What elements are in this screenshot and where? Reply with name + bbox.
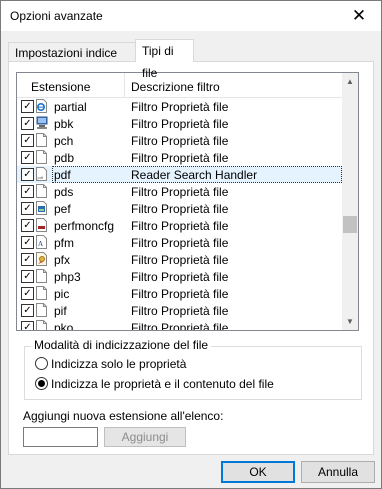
- row-filter-description: Filtro Proprietà file: [131, 287, 229, 301]
- svg-text:pdf: pdf: [38, 175, 44, 180]
- radio-properties-only[interactable]: [35, 357, 48, 370]
- radio-properties-only-label[interactable]: Indicizza solo le proprietà: [51, 357, 186, 371]
- file-icon: [36, 133, 47, 147]
- row-extension: pic: [54, 287, 70, 301]
- list-item[interactable]: ✓ perfmoncfg Filtro Proprietà file: [17, 217, 342, 234]
- row-extension: pef: [54, 202, 71, 216]
- row-filter-description: Filtro Proprietà file: [131, 202, 229, 216]
- row-checkbox[interactable]: ✓: [21, 321, 34, 330]
- row-extension: pfx: [54, 253, 71, 267]
- indexing-mode-title: Modalità di indicizzazione del file: [31, 338, 212, 352]
- tab-index-settings[interactable]: Impostazioni indice: [8, 42, 136, 61]
- list-item[interactable]: ✓ partial Filtro Proprietà file: [17, 98, 342, 115]
- scroll-down-arrow-icon[interactable]: ▼: [342, 313, 358, 330]
- file-icon: [36, 269, 47, 283]
- row-filter-description: Filtro Proprietà file: [131, 236, 229, 250]
- scroll-thumb[interactable]: [343, 216, 357, 233]
- image-file-icon: [36, 201, 47, 215]
- row-checkbox[interactable]: ✓: [21, 253, 34, 266]
- row-extension: pds: [54, 185, 74, 199]
- certificate-icon: [36, 252, 47, 266]
- column-header-extension[interactable]: Estensione: [31, 80, 90, 94]
- indexing-mode-group: [24, 346, 362, 400]
- row-checkbox[interactable]: ✓: [21, 185, 34, 198]
- row-extension: php3: [54, 270, 81, 284]
- list-item[interactable]: ✓ pef Filtro Proprietà file: [17, 200, 342, 217]
- add-button[interactable]: Aggiungi: [104, 427, 186, 447]
- list-rows: ✓ partial Filtro Proprietà file ✓ pbk Filtro …: [17, 98, 342, 331]
- row-filter-description: Filtro Proprietà file: [131, 304, 229, 318]
- new-extension-input[interactable]: [23, 427, 98, 447]
- row-filter-description: Filtro Proprietà file: [131, 151, 229, 165]
- tab-file-types[interactable]: Tipi di file: [135, 39, 194, 80]
- row-checkbox[interactable]: ✓: [21, 117, 34, 130]
- close-button[interactable]: ✕: [337, 1, 381, 31]
- row-extension: pdf: [54, 168, 71, 182]
- list-item[interactable]: ✓ pds Filtro Proprietà file: [17, 183, 342, 200]
- title-bar: Opzioni avanzate ✕: [1, 1, 381, 31]
- list-item[interactable]: ✓ pdb Filtro Proprietà file: [17, 149, 342, 166]
- row-checkbox[interactable]: ✓: [21, 236, 34, 249]
- cancel-button[interactable]: Annulla: [301, 461, 375, 483]
- list-item[interactable]: ✓ pfx Filtro Proprietà file: [17, 251, 342, 268]
- row-checkbox[interactable]: ✓: [21, 219, 34, 232]
- file-types-list[interactable]: Estensione Descrizione filtro ✓ partial Fi…: [16, 72, 359, 331]
- file-icon: [36, 286, 47, 300]
- file-icon: [36, 303, 47, 317]
- row-checkbox[interactable]: ✓: [21, 287, 34, 300]
- column-divider[interactable]: [124, 73, 125, 97]
- file-icon: [36, 184, 47, 198]
- row-filter-description: Filtro Proprietà file: [131, 185, 229, 199]
- row-checkbox[interactable]: ✓: [21, 270, 34, 283]
- svg-text:A: A: [38, 240, 43, 248]
- row-checkbox[interactable]: ✓: [21, 100, 34, 113]
- list-item[interactable]: ✓ pko Filtro Proprietà file: [17, 319, 342, 331]
- row-extension: pbk: [54, 117, 74, 131]
- list-item[interactable]: ✓ pic Filtro Proprietà file: [17, 285, 342, 302]
- row-filter-description: Filtro Proprietà file: [131, 134, 229, 148]
- row-extension: pdb: [54, 151, 75, 165]
- add-extension-label: Aggiungi nuova estensione all'elenco:: [23, 409, 224, 423]
- phonebook-icon: [36, 116, 48, 130]
- scroll-up-arrow-icon[interactable]: ▲: [342, 73, 358, 90]
- list-item[interactable]: ✓ php3 Filtro Proprietà file: [17, 268, 342, 285]
- list-item[interactable]: ✓ Apfm Filtro Proprietà file: [17, 234, 342, 251]
- row-extension: pfm: [54, 236, 75, 250]
- row-filter-description: Filtro Proprietà file: [131, 270, 229, 284]
- font-file-icon: A: [36, 235, 47, 249]
- list-item[interactable]: ✓ pdf pdf Reader Search Handler: [17, 166, 342, 183]
- row-filter-description: Filtro Proprietà file: [131, 100, 229, 114]
- row-extension: pch: [54, 134, 74, 148]
- radio-properties-and-content[interactable]: [35, 377, 48, 390]
- list-item[interactable]: ✓ pch Filtro Proprietà file: [17, 132, 342, 149]
- file-icon: [36, 320, 47, 330]
- ok-button[interactable]: OK: [221, 461, 295, 483]
- row-extension: pko: [54, 321, 74, 331]
- row-filter-description: Reader Search Handler: [131, 168, 258, 182]
- row-checkbox[interactable]: ✓: [21, 151, 34, 164]
- perfmon-icon: [36, 218, 47, 232]
- row-checkbox[interactable]: ✓: [21, 304, 34, 317]
- dialog-title: Opzioni avanzate: [10, 9, 103, 23]
- list-item[interactable]: ✓ pif Filtro Proprietà file: [17, 302, 342, 319]
- vertical-scrollbar[interactable]: ▲ ▼: [342, 73, 358, 330]
- row-filter-description: Filtro Proprietà file: [131, 321, 229, 331]
- ie-document-icon: [36, 99, 47, 113]
- radio-properties-and-content-label[interactable]: Indicizza le proprietà e il contenuto de…: [51, 377, 274, 391]
- row-extension: pif: [54, 304, 67, 318]
- list-header: Estensione Descrizione filtro: [17, 73, 342, 98]
- list-item[interactable]: ✓ pbk Filtro Proprietà file: [17, 115, 342, 132]
- pdf-file-icon: pdf: [36, 167, 47, 181]
- row-checkbox[interactable]: ✓: [21, 202, 34, 215]
- row-filter-description: Filtro Proprietà file: [131, 117, 229, 131]
- row-checkbox[interactable]: ✓: [21, 134, 34, 147]
- row-extension: partial: [54, 100, 87, 114]
- row-filter-description: Filtro Proprietà file: [131, 253, 229, 267]
- row-extension: perfmoncfg: [54, 219, 115, 233]
- row-filter-description: Filtro Proprietà file: [131, 219, 229, 233]
- file-icon: [36, 150, 47, 164]
- advanced-options-dialog: Opzioni avanzate ✕ Impostazioni indice T…: [0, 0, 382, 489]
- row-checkbox[interactable]: ✓: [21, 168, 34, 181]
